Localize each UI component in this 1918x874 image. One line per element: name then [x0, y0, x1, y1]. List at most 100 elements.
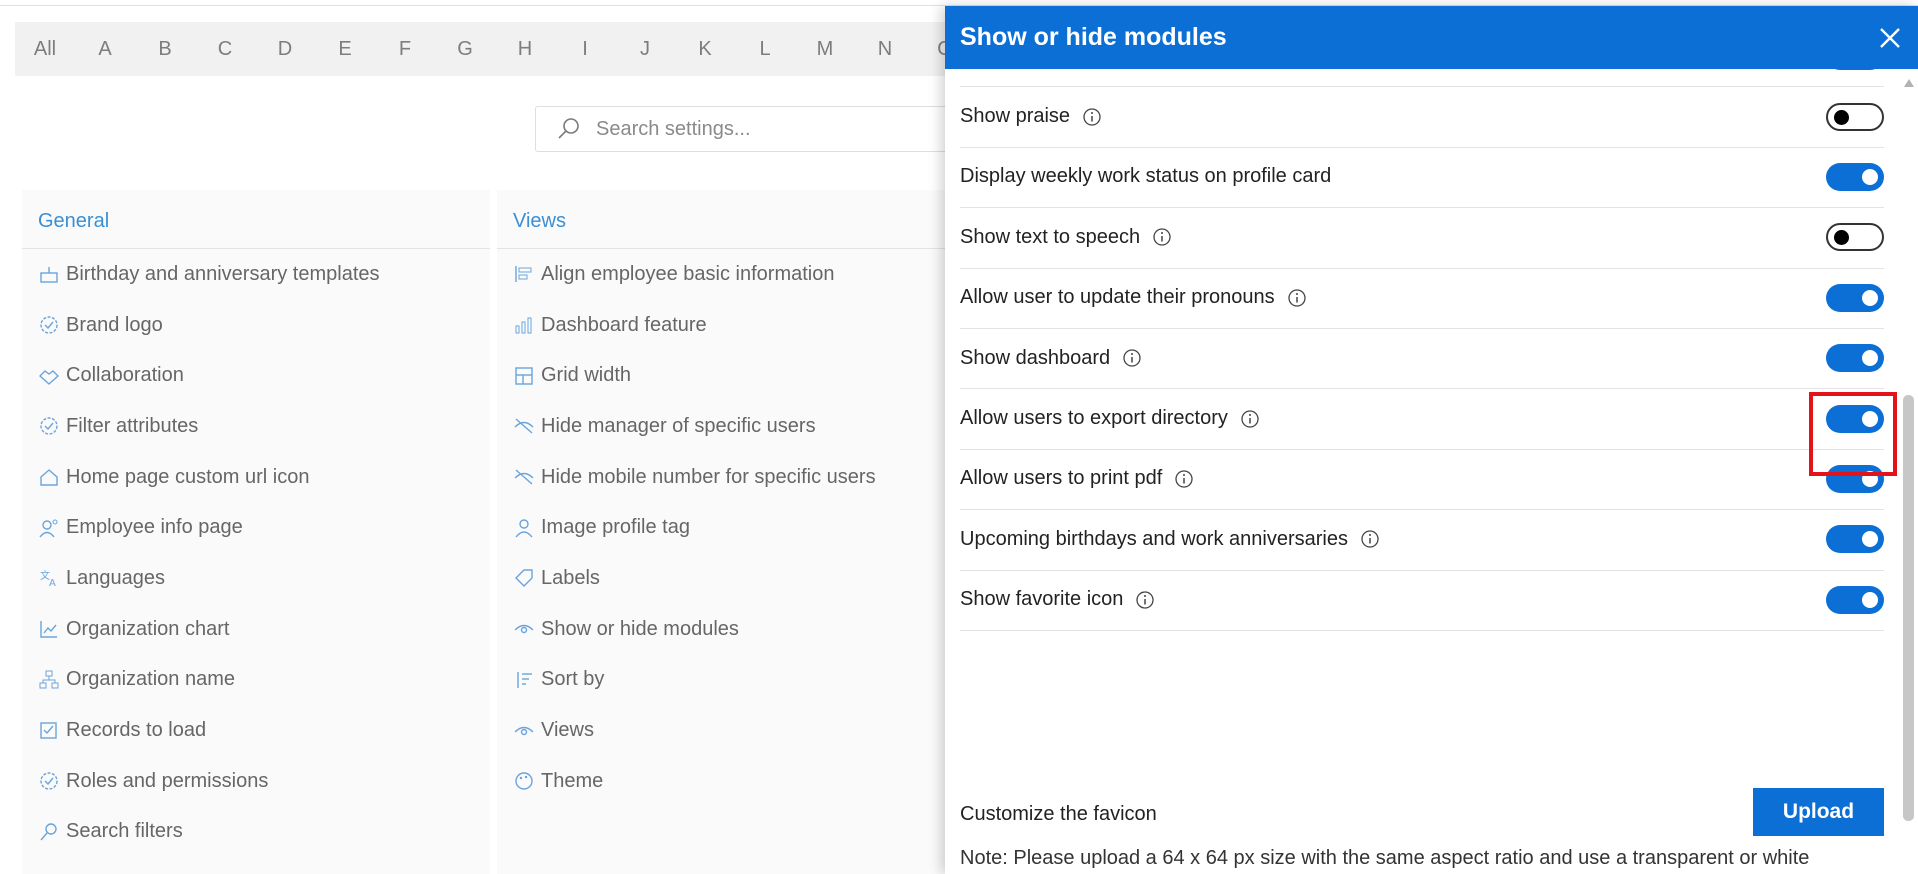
- views-item[interactable]: Dashboard feature: [497, 300, 957, 351]
- module-label: Show praise: [960, 105, 1071, 128]
- badge-icon: [38, 770, 60, 792]
- alphabet-letter[interactable]: K: [675, 38, 735, 61]
- views-item[interactable]: Image profile tag: [497, 502, 957, 553]
- info-icon[interactable]: [1287, 288, 1307, 308]
- module-toggle[interactable]: [1826, 162, 1884, 191]
- alphabet-letter[interactable]: H: [495, 38, 555, 61]
- general-item[interactable]: Filter attributes: [22, 401, 490, 452]
- views-item-label: Labels: [541, 566, 600, 589]
- scroll-up-arrow-icon[interactable]: [1904, 79, 1914, 87]
- panel-body: Show favorite icon Upcoming birthdays and…: [945, 69, 1900, 874]
- general-item[interactable]: 文 A Languages: [22, 553, 490, 604]
- views-section-title: Views: [497, 190, 957, 249]
- general-item-label: Records to load: [66, 719, 207, 742]
- module-label: Allow user to update their pronouns: [960, 286, 1275, 309]
- general-item-label: Home page custom url icon: [66, 465, 310, 488]
- person-star-icon: [38, 517, 60, 539]
- module-label: Show dashboard: [960, 346, 1111, 369]
- info-icon[interactable]: [1174, 469, 1194, 489]
- alphabet-letter[interactable]: E: [315, 38, 375, 61]
- general-item[interactable]: Records to load: [22, 705, 490, 756]
- module-row: Show text to speech: [960, 207, 1884, 269]
- eye-icon: [513, 720, 535, 742]
- general-item[interactable]: Home page custom url icon: [22, 452, 490, 503]
- alphabet-letter[interactable]: D: [255, 38, 315, 61]
- search-box[interactable]: [535, 106, 975, 152]
- eye-off-icon: [513, 415, 535, 437]
- module-toggle[interactable]: [1826, 283, 1884, 312]
- module-label: Show text to speech: [960, 225, 1141, 248]
- alphabet-letter[interactable]: G: [435, 38, 495, 61]
- general-item[interactable]: Search filters: [22, 807, 490, 858]
- general-item[interactable]: Roles and permissions: [22, 756, 490, 807]
- panel-scrollbar[interactable]: [1900, 69, 1918, 874]
- views-item-label: Image profile tag: [541, 516, 690, 539]
- views-item[interactable]: Labels: [497, 553, 957, 604]
- info-icon[interactable]: [1135, 590, 1155, 610]
- views-item-label: Grid width: [541, 364, 632, 387]
- module-row: Show dashboard: [960, 328, 1884, 390]
- alphabet-letter[interactable]: F: [375, 38, 435, 61]
- module-toggle[interactable]: [1826, 102, 1884, 131]
- alphabet-letter[interactable]: C: [195, 38, 255, 61]
- views-section: Views Align employee basic information Da…: [497, 190, 957, 874]
- views-item-label: Views: [541, 719, 594, 742]
- panel-header: Show or hide modules: [945, 6, 1918, 69]
- home-icon: [38, 466, 60, 488]
- views-item[interactable]: Hide manager of specific users: [497, 401, 957, 452]
- views-item[interactable]: Views: [497, 705, 957, 756]
- favicon-note: Note: Please upload a 64 x 64 px size wi…: [960, 847, 1810, 869]
- module-row: Allow users to export directory: [960, 388, 1884, 450]
- eye-icon: [513, 618, 535, 640]
- module-row: Upcoming birthdays and work anniversarie…: [960, 509, 1884, 571]
- alphabet-letter[interactable]: N: [855, 38, 915, 61]
- module-toggle[interactable]: [1826, 223, 1884, 252]
- upload-button[interactable]: Upload: [1753, 788, 1884, 836]
- highlight-box: [1809, 392, 1897, 476]
- scroll-thumb[interactable]: [1903, 395, 1914, 821]
- search-input[interactable]: [594, 116, 928, 142]
- general-item[interactable]: Brand logo: [22, 300, 490, 351]
- info-icon[interactable]: [1082, 107, 1102, 127]
- module-toggle[interactable]: [1826, 525, 1884, 554]
- views-item[interactable]: Theme: [497, 756, 957, 807]
- general-item-label: Roles and permissions: [66, 769, 269, 792]
- info-icon[interactable]: [1240, 409, 1260, 429]
- views-item[interactable]: Align employee basic information: [497, 249, 957, 300]
- general-item[interactable]: Employee info page: [22, 502, 490, 553]
- panel-title: Show or hide modules: [960, 23, 1227, 51]
- views-item[interactable]: Show or hide modules: [497, 604, 957, 655]
- alphabet-letter[interactable]: L: [735, 38, 795, 61]
- person-icon: [513, 517, 535, 539]
- module-toggle[interactable]: [1826, 344, 1884, 373]
- module-toggle[interactable]: [1826, 69, 1884, 71]
- sort-icon: [513, 669, 535, 691]
- info-icon[interactable]: [1122, 348, 1142, 368]
- module-row: Allow users to print pdf: [960, 449, 1884, 511]
- general-item[interactable]: Organization name: [22, 655, 490, 706]
- general-item-label: Brand logo: [66, 313, 163, 336]
- general-item[interactable]: Birthday and anniversary templates: [22, 249, 490, 300]
- close-icon[interactable]: [1876, 24, 1904, 52]
- alphabet-letter[interactable]: M: [795, 38, 855, 61]
- alphabet-letter[interactable]: I: [555, 38, 615, 61]
- info-icon[interactable]: [1152, 227, 1172, 247]
- info-icon[interactable]: [1360, 529, 1380, 549]
- alphabet-letter[interactable]: A: [75, 38, 135, 61]
- general-item-label: Search filters: [66, 820, 183, 843]
- views-item[interactable]: Sort by: [497, 655, 957, 706]
- views-item-label: Hide manager of specific users: [541, 414, 816, 437]
- general-item[interactable]: Collaboration: [22, 350, 490, 401]
- general-item-label: Birthday and anniversary templates: [66, 262, 380, 285]
- translate-icon: 文A: [38, 567, 60, 589]
- alphabet-letter[interactable]: J: [615, 38, 675, 61]
- views-item[interactable]: Grid width: [497, 350, 957, 401]
- general-item[interactable]: Organization chart: [22, 604, 490, 655]
- module-row: Display weekly work status on profile ca…: [960, 147, 1884, 209]
- views-item-label: Theme: [541, 769, 604, 792]
- general-item-label: Organization chart: [66, 617, 230, 640]
- views-item[interactable]: Hide mobile number for specific users: [497, 452, 957, 503]
- alphabet-letter[interactable]: All: [15, 38, 75, 61]
- module-toggle[interactable]: [1826, 585, 1884, 614]
- alphabet-letter[interactable]: B: [135, 38, 195, 61]
